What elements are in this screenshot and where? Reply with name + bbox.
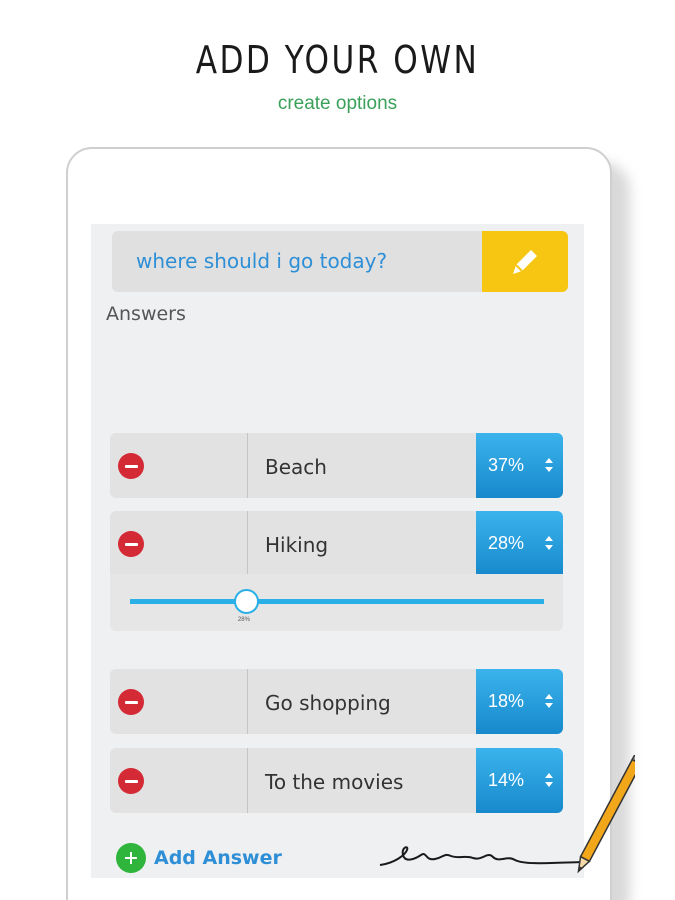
minus-icon <box>124 779 138 783</box>
stepper-arrows-icon <box>545 458 553 472</box>
remove-answer-button[interactable] <box>118 689 144 715</box>
hero-title: ADD YOUR OWN <box>195 38 480 82</box>
minus-icon <box>124 464 138 468</box>
minus-icon <box>124 542 138 546</box>
slider-track[interactable] <box>130 599 544 604</box>
slider-thumb[interactable] <box>233 589 259 614</box>
answer-row: Beach 37% <box>110 433 563 498</box>
remove-answer-button[interactable] <box>118 531 144 557</box>
stepper-arrows-icon <box>545 694 553 708</box>
percent-stepper[interactable]: 28% <box>476 511 563 574</box>
answer-label[interactable]: Hiking <box>265 533 328 557</box>
minus-icon <box>124 700 138 704</box>
pencil-icon <box>513 249 537 274</box>
add-answer-label: Add Answer <box>154 847 282 869</box>
percent-value: 18% <box>488 691 525 711</box>
percent-slider-panel: 28% <box>110 574 563 631</box>
remove-answer-button[interactable] <box>118 768 144 794</box>
question-bar[interactable]: where should i go today? <box>112 231 568 292</box>
stepper-arrows-icon <box>545 536 553 550</box>
hero-subtitle: create options <box>277 93 398 114</box>
question-text[interactable]: where should i go today? <box>136 249 387 273</box>
pencil-scribble-illustration <box>379 755 635 874</box>
add-answer-button[interactable]: Add Answer <box>116 843 282 873</box>
percent-stepper[interactable]: 37% <box>476 433 563 498</box>
answer-row: Hiking 28% <box>110 511 563 574</box>
edit-question-button[interactable] <box>482 231 568 292</box>
answers-heading: Answers <box>106 303 186 325</box>
percent-value: 28% <box>488 533 525 553</box>
percent-value: 37% <box>488 455 525 475</box>
row-divider <box>247 748 248 813</box>
remove-answer-button[interactable] <box>118 453 144 479</box>
row-divider <box>247 511 248 574</box>
answer-label[interactable]: Go shopping <box>265 691 391 715</box>
row-divider <box>247 669 248 734</box>
percent-stepper[interactable]: 18% <box>476 669 563 734</box>
plus-icon <box>116 843 146 873</box>
slider-value-label: 28% <box>237 617 250 623</box>
answer-label[interactable]: Beach <box>265 455 327 479</box>
answer-row: Go shopping 18% <box>110 669 563 734</box>
row-divider <box>247 433 248 498</box>
